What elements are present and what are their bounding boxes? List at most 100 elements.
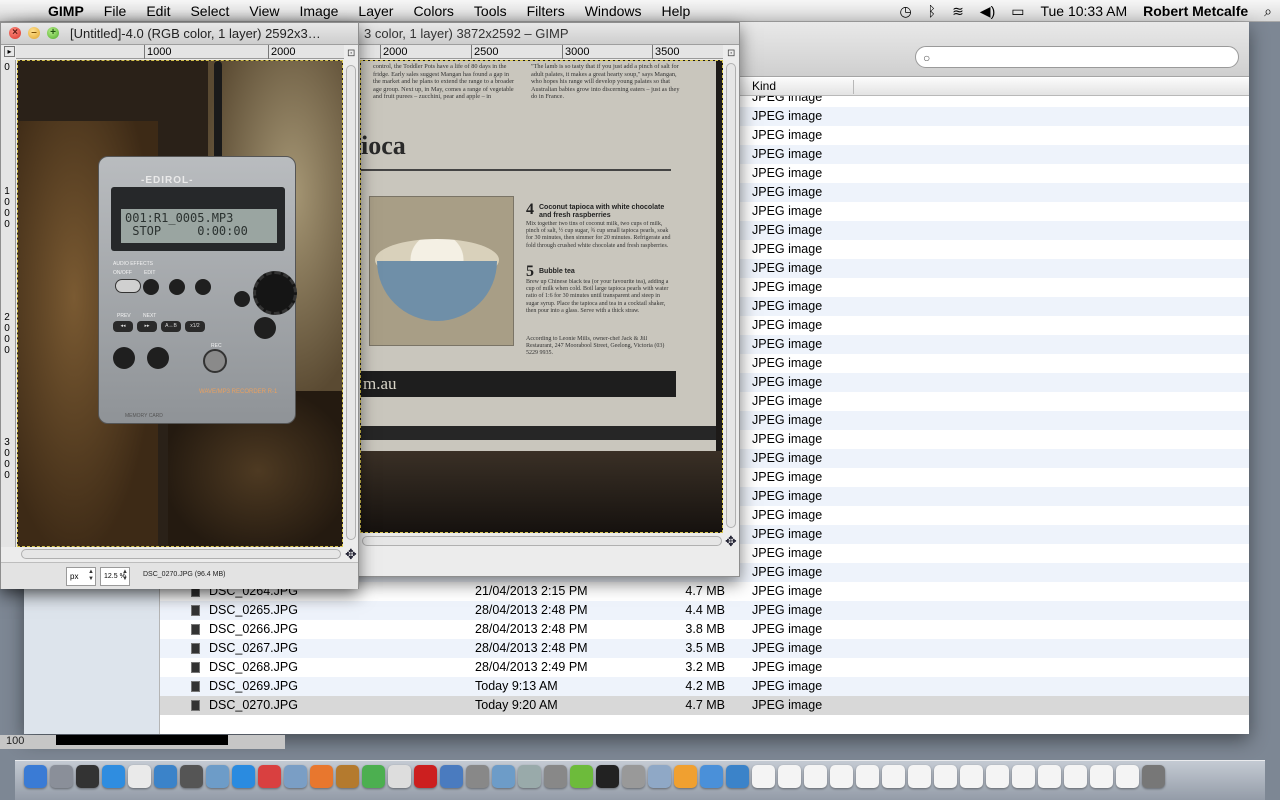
chrome-icon[interactable]	[362, 765, 385, 788]
document15-icon[interactable]	[1116, 765, 1139, 788]
document11-icon[interactable]	[1012, 765, 1035, 788]
safari2-icon[interactable]	[726, 765, 749, 788]
file-kind: JPEG image	[752, 280, 823, 294]
pages-icon[interactable]	[674, 765, 697, 788]
table-row[interactable]: DSC_0266.JPG 28/04/2013 2:48 PM 3.8 MB JPEG…	[160, 620, 1249, 639]
table-row[interactable]: DSC_0268.JPG 28/04/2013 2:49 PM 3.2 MB JPEG…	[160, 658, 1249, 677]
vertical-scrollbar[interactable]	[726, 63, 736, 528]
unit-select[interactable]: px ▲ ▼	[66, 567, 96, 586]
xcode-icon[interactable]	[440, 765, 463, 788]
table-row[interactable]: DSC_0265.JPG 28/04/2013 2:48 PM 4.4 MB JPEG…	[160, 601, 1249, 620]
toggle-switch	[115, 279, 141, 293]
quick-mask-icon[interactable]: ▸	[4, 46, 15, 57]
mail-icon[interactable]	[700, 765, 723, 788]
photo-booth-icon[interactable]	[258, 765, 281, 788]
trash-icon[interactable]	[1142, 765, 1165, 788]
clock[interactable]: Tue 10:33 AM	[1032, 3, 1135, 19]
textedit-icon[interactable]	[388, 765, 411, 788]
horizontal-scrollbar[interactable]	[362, 536, 722, 546]
opera-icon[interactable]	[414, 765, 437, 788]
search-input[interactable]	[940, 49, 1230, 65]
document8-icon[interactable]	[934, 765, 957, 788]
automator-icon[interactable]	[466, 765, 489, 788]
terminal-icon[interactable]	[596, 765, 619, 788]
preview2-icon[interactable]	[492, 765, 515, 788]
file-icon	[191, 605, 200, 616]
facetime-icon[interactable]	[180, 765, 203, 788]
document10-icon[interactable]	[986, 765, 1009, 788]
menu-view[interactable]: View	[239, 3, 289, 19]
document3-icon[interactable]	[804, 765, 827, 788]
search-field[interactable]: ○	[915, 46, 1239, 68]
menu-edit[interactable]: Edit	[136, 3, 180, 19]
instruments-icon[interactable]	[622, 765, 645, 788]
image-canvas[interactable]: -EDIROL- 001:R1_0005.MP3 STOP 0:00:00 AU…	[17, 60, 343, 547]
time-machine-icon[interactable]: ◷	[891, 3, 919, 20]
menu-file[interactable]: File	[94, 3, 137, 19]
table-row[interactable]: DSC_0270.JPG Today 9:20 AM 4.7 MB JPEG imag…	[160, 696, 1249, 715]
launchpad-icon[interactable]	[50, 765, 73, 788]
document-icon[interactable]	[752, 765, 775, 788]
audio-recorder: -EDIROL- 001:R1_0005.MP3 STOP 0:00:00 AU…	[98, 156, 297, 424]
document5-icon[interactable]	[856, 765, 879, 788]
preview-icon[interactable]	[206, 765, 229, 788]
document4-icon[interactable]	[830, 765, 853, 788]
menu-colors[interactable]: Colors	[403, 3, 463, 19]
menu-filters[interactable]: Filters	[517, 3, 575, 19]
menu-gimp[interactable]: GIMP	[38, 3, 94, 19]
word-icon[interactable]	[336, 765, 359, 788]
zoom-select[interactable]: 12.5 % ▲ ▼	[100, 567, 130, 586]
system-prefs-icon[interactable]	[544, 765, 567, 788]
column-separator[interactable]	[853, 80, 854, 94]
document12-icon[interactable]	[1038, 765, 1061, 788]
ical-icon[interactable]	[128, 765, 151, 788]
minimize-icon[interactable]: –	[28, 27, 40, 39]
menu-tools[interactable]: Tools	[464, 3, 517, 19]
horizontal-scrollbar[interactable]	[21, 549, 341, 559]
horizontal-ruler[interactable]: 2000 2500 3000 3500	[360, 45, 723, 59]
spotlight-icon[interactable]: ⌕	[1256, 3, 1280, 20]
navigate-icon[interactable]: ✥	[345, 546, 357, 563]
help-icon[interactable]	[518, 765, 541, 788]
wifi-icon[interactable]: ≋	[944, 3, 972, 20]
close-icon[interactable]: ×	[9, 27, 21, 39]
menu-layer[interactable]: Layer	[348, 3, 403, 19]
recipe-credit: According to Leonie Mills, owner-chef Ja…	[526, 336, 665, 357]
ruler-tick: 0	[4, 208, 10, 219]
file-size: 4.2 MB	[685, 679, 725, 693]
coda-icon[interactable]	[570, 765, 593, 788]
firefox-icon[interactable]	[310, 765, 333, 788]
user-menu[interactable]: Robert Metcalfe	[1135, 3, 1256, 19]
vertical-scrollbar[interactable]	[346, 65, 356, 540]
bluetooth-icon[interactable]: ᛒ	[920, 3, 944, 19]
safari-icon[interactable]	[154, 765, 177, 788]
image-canvas[interactable]: control, the Toddler Pots have a life of…	[360, 60, 723, 533]
document9-icon[interactable]	[960, 765, 983, 788]
menu-image[interactable]: Image	[289, 3, 348, 19]
maximize-icon[interactable]: +	[47, 27, 59, 39]
document14-icon[interactable]	[1090, 765, 1113, 788]
document7-icon[interactable]	[908, 765, 931, 788]
dashboard-icon[interactable]	[76, 765, 99, 788]
volume-icon[interactable]: ◀)	[972, 3, 1003, 20]
horizontal-ruler[interactable]: 1000 2000	[16, 45, 344, 59]
app-store-icon[interactable]	[102, 765, 125, 788]
folder-icon[interactable]	[648, 765, 671, 788]
document13-icon[interactable]	[1064, 765, 1087, 788]
table-row[interactable]: DSC_0269.JPG Today 9:13 AM 4.2 MB JPEG imag…	[160, 677, 1249, 696]
vertical-ruler[interactable]: 0 1 0 0 0 2 0 0 0 3 0 0 0	[1, 60, 16, 547]
zoom-toggle-icon[interactable]: ⊡	[727, 48, 735, 59]
document6-icon[interactable]	[882, 765, 905, 788]
kind-column-header[interactable]: Kind	[752, 79, 776, 93]
zoom-toggle-icon[interactable]: ⊡	[347, 48, 355, 59]
battery-icon[interactable]: ▭	[1003, 3, 1032, 20]
itunes-icon[interactable]	[232, 765, 255, 788]
finder-icon[interactable]	[24, 765, 47, 788]
table-row[interactable]: DSC_0267.JPG 28/04/2013 2:48 PM 3.5 MB JPEG…	[160, 639, 1249, 658]
menu-help[interactable]: Help	[652, 3, 701, 19]
menu-select[interactable]: Select	[180, 3, 239, 19]
iphoto-icon[interactable]	[284, 765, 307, 788]
navigate-icon[interactable]: ✥	[725, 533, 737, 550]
document2-icon[interactable]	[778, 765, 801, 788]
menu-windows[interactable]: Windows	[575, 3, 652, 19]
